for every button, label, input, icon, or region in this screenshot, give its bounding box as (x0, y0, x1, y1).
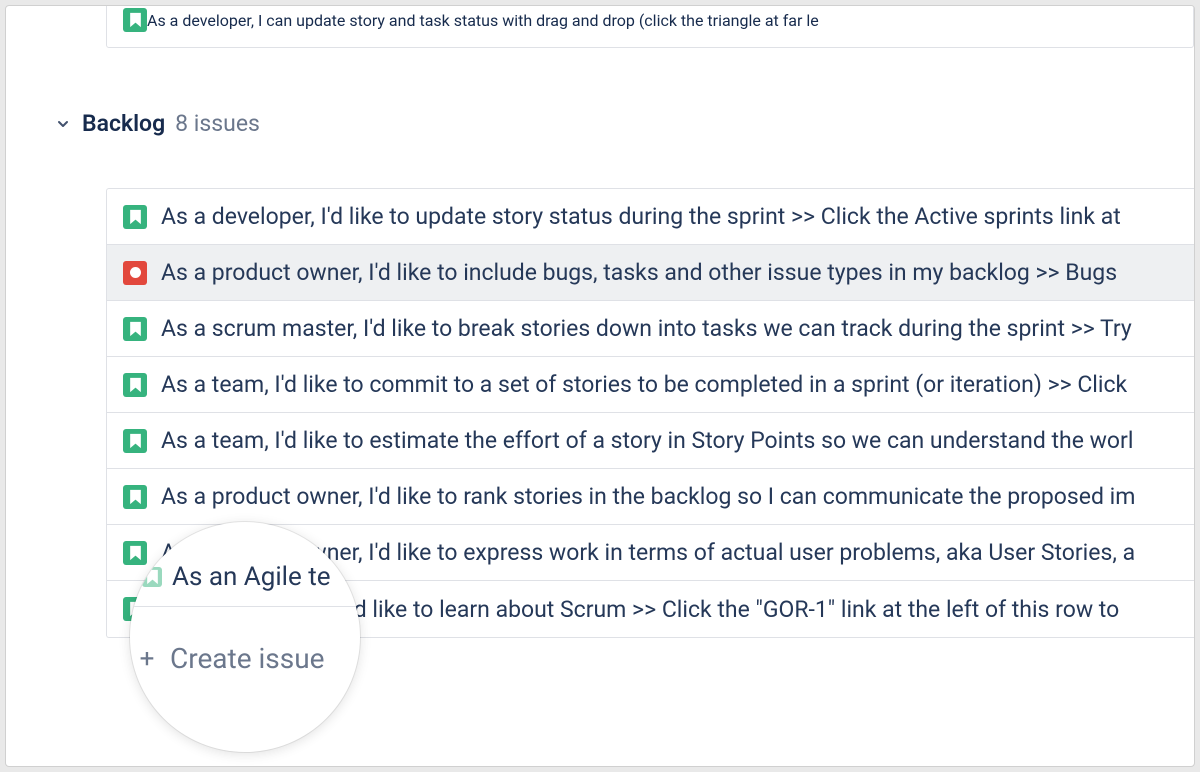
story-icon (123, 317, 147, 341)
issue-row[interactable]: As a developer, I can update story and t… (106, 5, 1194, 48)
issue-summary: As a developer, I can update story and t… (147, 11, 819, 30)
bug-icon (123, 261, 147, 285)
issue-row[interactable]: As a team, I'd like to estimate the effo… (107, 413, 1194, 469)
issue-row[interactable]: As a product owner, I'd like to include … (107, 245, 1194, 301)
zoom-issue-row: As an Agile te (142, 562, 360, 592)
issue-summary: As a team, I'd like to estimate the effo… (161, 427, 1133, 454)
story-icon (123, 429, 147, 453)
create-issue-button[interactable]: + Create issue (136, 642, 324, 675)
issue-row[interactable]: As a scrum master, I'd like to break sto… (107, 301, 1194, 357)
story-icon (123, 373, 147, 397)
chevron-down-icon (54, 115, 72, 133)
story-icon (123, 205, 147, 229)
section-title: Backlog (82, 110, 165, 137)
zoom-lens: As an Agile te + Create issue (130, 522, 360, 752)
issue-row[interactable]: As a product owner, I'd like to rank sto… (107, 469, 1194, 525)
backlog-header[interactable]: Backlog 8 issues (54, 110, 260, 137)
issue-summary: As a product owner, I'd like to rank sto… (161, 483, 1135, 510)
issue-summary: As a scrum master, I'd like to break sto… (161, 315, 1132, 342)
divider (130, 606, 360, 607)
issue-summary: As a product owner, I'd like to include … (161, 259, 1117, 286)
story-icon (123, 485, 147, 509)
create-issue-label: Create issue (170, 642, 324, 675)
plus-icon: + (136, 644, 158, 674)
section-count: 8 issues (175, 110, 260, 137)
issue-summary: As a developer, I'd like to update story… (161, 203, 1121, 230)
zoom-issue-summary: As an Agile te (172, 562, 331, 592)
issue-row[interactable]: As a team, I'd like to commit to a set o… (107, 357, 1194, 413)
content-area: As a developer, I can update story and t… (6, 6, 1194, 766)
story-icon (142, 567, 162, 587)
issue-summary: As a team, I'd like to commit to a set o… (161, 371, 1127, 398)
issue-row[interactable]: As a developer, I'd like to update story… (107, 189, 1194, 245)
app-frame: As a developer, I can update story and t… (5, 5, 1195, 767)
story-icon (123, 8, 147, 32)
